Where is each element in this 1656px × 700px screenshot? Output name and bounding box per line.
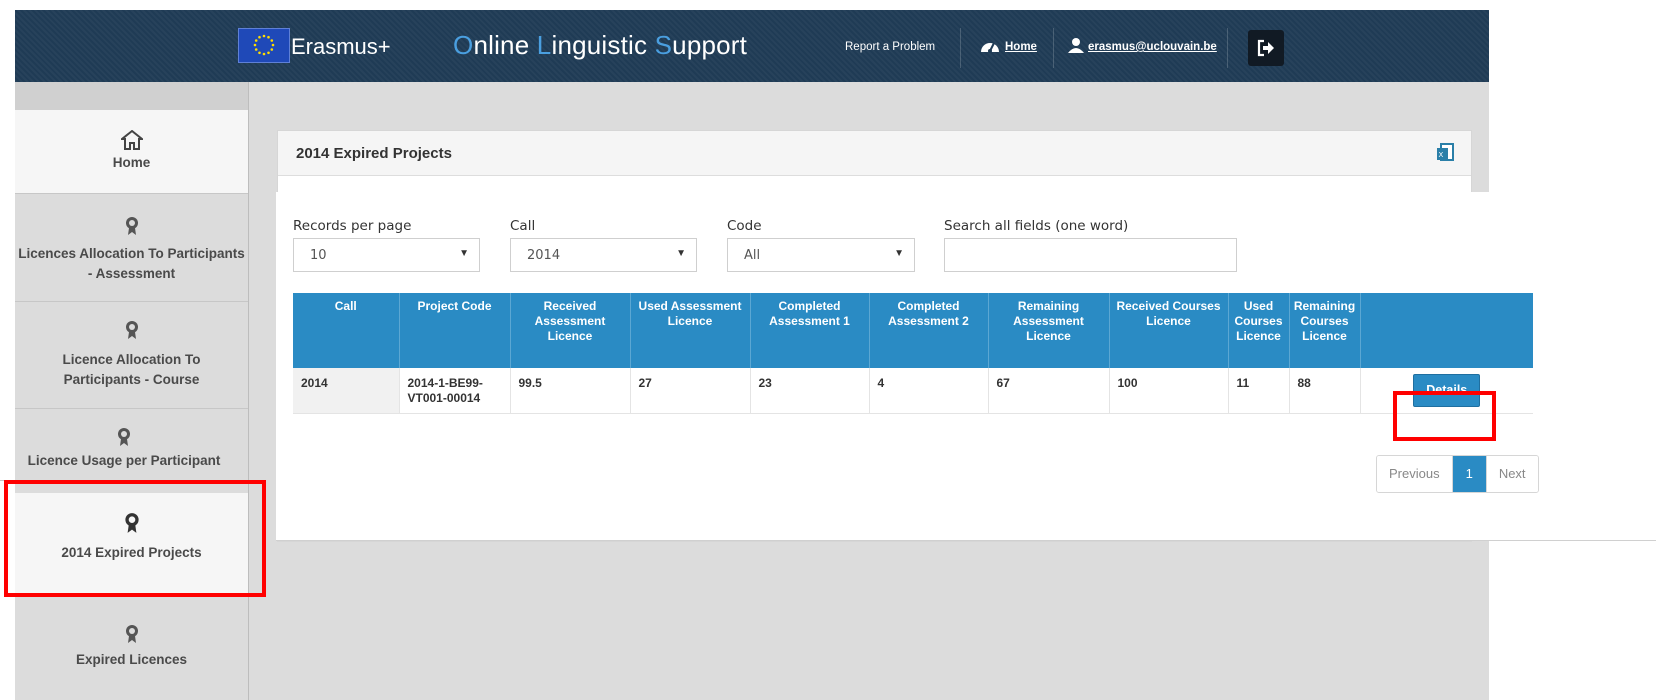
panel-header: 2014 Expired Projects X [278,131,1471,176]
sidebar-top-strip [15,82,248,110]
sidebar-item-label: Expired Licences [75,652,188,667]
cell-completed-1: 23 [750,368,870,414]
call-filter-value: 2014 [527,248,561,263]
cell-completed-2: 4 [869,368,989,414]
pagination-page-1[interactable]: 1 [1451,456,1486,492]
cell-received-assessment: 99.5 [510,368,631,414]
cell-remaining-courses: 88 [1289,368,1361,414]
column-header-actions [1360,293,1533,368]
sidebar-item-label: Licence Usage per Participant [27,453,221,468]
column-header-received-assessment[interactable]: Received Assessment Licence [510,293,631,368]
sidebar-item-home[interactable]: Home [15,110,248,194]
top-header: Erasmus+ Online Linguistic Support Repor… [15,10,1489,82]
cell-remaining-assessment: 67 [988,368,1110,414]
sidebar-item-licence-allocation-course[interactable]: Licence Allocation To Participants - Cou… [15,302,248,409]
sidebar-divider [248,82,249,700]
user-icon [1068,37,1084,58]
logout-button[interactable] [1248,30,1284,66]
svg-text:X: X [1439,151,1444,159]
brand-ols-cap-1: O [453,30,474,60]
report-problem-link[interactable]: Report a Problem [845,41,935,53]
brand-ols-cap-3: S [654,30,673,60]
sidebar-item-licences-allocation-assessment[interactable]: Licences Allocation To Participants - As… [15,194,248,302]
sidebar-item-label: Licences Allocation To Participants - As… [18,246,245,281]
award-icon [125,321,138,339]
records-per-page-value: 10 [310,248,327,263]
sidebar-item-licence-usage[interactable]: Licence Usage per Participant [0,409,248,481]
brand-ols-rest-1: nline [473,30,537,60]
call-filter-select[interactable]: 2014 ▼ [510,238,697,272]
table-header-row: Call Project Code Received Assessment Li… [293,293,1533,368]
code-filter-label: Code [727,218,762,234]
cell-project-code: 2014-1-BE99-VT001-00014 [399,368,511,414]
brand-erasmus: Erasmus+ [291,34,391,59]
pagination: Previous 1 Next [1376,455,1539,493]
column-header-used-assessment[interactable]: Used Assessment Licence [630,293,751,368]
sidebar-item-expired-licences[interactable]: Expired Licences [15,608,248,700]
brand-ols-cap-2: L [536,30,552,60]
pagination-previous[interactable]: Previous [1377,456,1452,492]
brand-ols-rest-2: inguistic [551,30,655,60]
highlight-box-details [1393,391,1496,441]
chevron-down-icon: ▼ [459,248,469,259]
search-label: Search all fields (one word) [944,218,1129,234]
header-divider [1227,28,1228,68]
cell-received-courses: 100 [1109,368,1229,414]
call-filter-label: Call [510,218,536,234]
column-header-project-code[interactable]: Project Code [399,293,511,368]
sidebar-item-label: Home [112,155,151,170]
code-filter-value: All [744,248,761,263]
header-divider [1053,28,1054,68]
chevron-down-icon: ▼ [894,248,904,259]
cell-used-courses: 11 [1228,368,1290,414]
sidebar-item-label: Licence Allocation To Participants - Cou… [62,352,201,387]
dashboard-gauge-icon[interactable] [979,37,1001,60]
column-header-used-courses[interactable]: Used Courses Licence [1228,293,1290,368]
column-header-completed-2[interactable]: Completed Assessment 2 [869,293,989,368]
award-icon [125,625,138,643]
logout-icon [1257,39,1274,57]
eu-flag-logo [238,28,290,63]
chevron-down-icon: ▼ [676,248,686,259]
code-filter-select[interactable]: All ▼ [727,238,915,272]
brand-ols-rest-3: upport [672,30,748,60]
records-per-page-label: Records per page [293,218,412,234]
column-header-received-courses[interactable]: Received Courses Licence [1109,293,1229,368]
pagination-next[interactable]: Next [1485,456,1538,492]
column-header-remaining-courses[interactable]: Remaining Courses Licence [1289,293,1361,368]
highlight-box-sidebar [4,480,266,597]
award-icon [125,217,138,235]
cell-used-assessment: 27 [630,368,751,414]
projects-table: Call Project Code Received Assessment Li… [293,293,1533,414]
panel-title: 2014 Expired Projects [296,145,452,162]
column-header-completed-1[interactable]: Completed Assessment 1 [750,293,870,368]
table-row: 2014 2014-1-BE99-VT001-00014 99.5 27 23 … [293,368,1533,414]
column-header-call[interactable]: Call [293,293,400,368]
column-header-remaining-assessment[interactable]: Remaining Assessment Licence [988,293,1110,368]
records-per-page-select[interactable]: 10 ▼ [293,238,480,272]
user-email-link[interactable]: erasmus@uclouvain.be [1088,41,1217,53]
search-input[interactable] [944,238,1237,272]
header-divider [960,28,961,68]
export-excel-icon[interactable]: X [1435,143,1455,163]
brand-online-linguistic-support: Online Linguistic Support [453,30,747,61]
award-icon [118,428,130,446]
cell-call: 2014 [293,368,400,414]
home-link[interactable]: Home [1005,41,1037,53]
home-icon [120,130,143,150]
